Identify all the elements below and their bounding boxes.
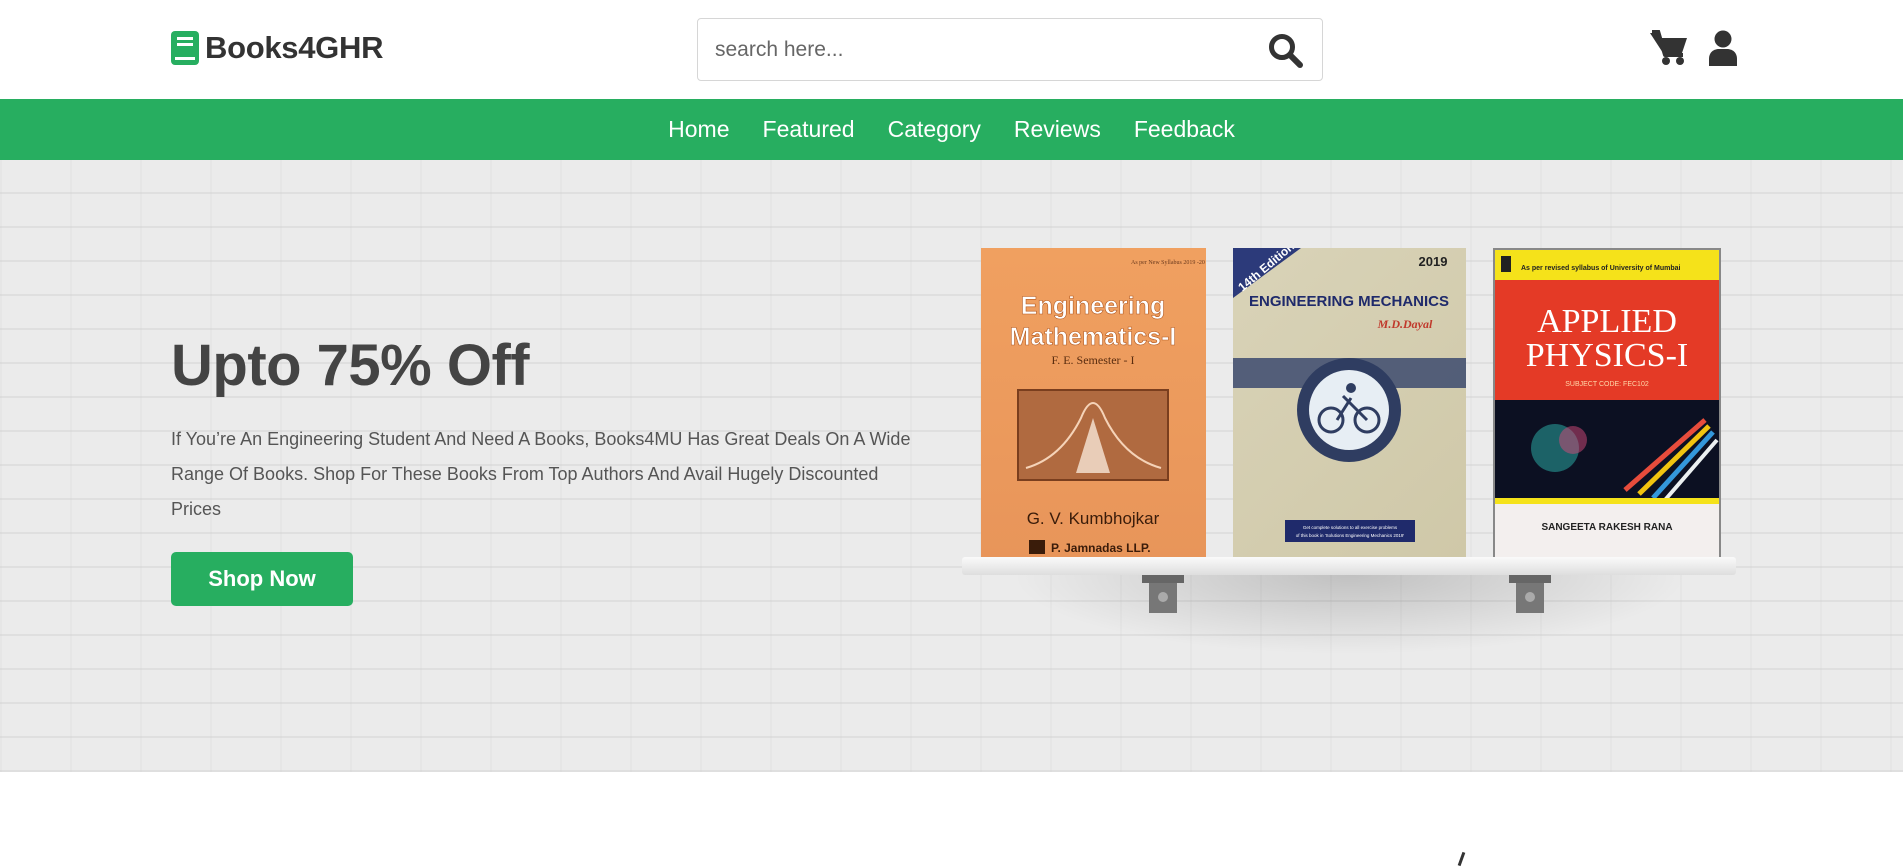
- shelf-bracket: [1509, 575, 1551, 613]
- svg-text:SANGEETA RAKESH RANA: SANGEETA RAKESH RANA: [1541, 522, 1672, 533]
- search-icon[interactable]: [1268, 33, 1304, 69]
- book-icon: [171, 31, 199, 65]
- hero-title: Upto 75% Off: [171, 333, 530, 398]
- nav-home[interactable]: Home: [668, 116, 729, 143]
- svg-text:P. Jamnadas LLP.: P. Jamnadas LLP.: [1051, 541, 1151, 555]
- search-box: [697, 18, 1323, 81]
- nav-reviews[interactable]: Reviews: [1014, 116, 1101, 143]
- search-input[interactable]: [698, 19, 1238, 80]
- user-icon[interactable]: [1709, 30, 1737, 66]
- hero-description: If You’re An Engineering Student And Nee…: [171, 429, 911, 519]
- svg-text:As per revised syllabus of Uni: As per revised syllabus of University of…: [1521, 265, 1681, 272]
- shop-now-button[interactable]: Shop Now: [171, 552, 353, 606]
- svg-text:2019: 2019: [1419, 254, 1448, 269]
- nav-feedback[interactable]: Feedback: [1134, 116, 1235, 143]
- book-cover-engineering-mechanics[interactable]: 14th Edition 2019 ENGINEERING MECHANICS …: [1233, 248, 1466, 560]
- book-cover-art: 14th Edition 2019 ENGINEERING MECHANICS …: [1233, 248, 1466, 542]
- book-shelf: [962, 557, 1736, 575]
- shelf-shadow: [1010, 575, 1690, 655]
- svg-text:Engineering: Engineering: [1021, 292, 1165, 320]
- decorative-mark: [1457, 851, 1466, 867]
- nav-featured[interactable]: Featured: [763, 116, 855, 143]
- hero-section: Upto 75% Off If You’re An Engineering St…: [0, 160, 1903, 772]
- svg-text:APPLIED: APPLIED: [1537, 303, 1677, 340]
- nav-category[interactable]: Category: [888, 116, 981, 143]
- svg-text:of this book in 'Solutions Eng: of this book in 'Solutions Engineering M…: [1296, 533, 1405, 538]
- svg-text:ENGINEERING MECHANICS: ENGINEERING MECHANICS: [1249, 293, 1449, 310]
- main-nav: Home Featured Category Reviews Feedback: [0, 99, 1903, 160]
- svg-text:G. V. Kumbhojkar: G. V. Kumbhojkar: [1027, 509, 1160, 528]
- logo-text: Books4GHR: [205, 30, 384, 65]
- svg-text:SUBJECT CODE: FEC102: SUBJECT CODE: FEC102: [1565, 381, 1649, 388]
- site-header: Books4GHR: [0, 0, 1903, 99]
- svg-text:Mathematics-I: Mathematics-I: [1010, 323, 1177, 351]
- svg-text:PHYSICS-I: PHYSICS-I: [1526, 337, 1688, 374]
- shelf-bracket: [1142, 575, 1184, 613]
- book-cover-engineering-mathematics[interactable]: As per New Syllabus 2019 -20 Engineering…: [981, 248, 1206, 560]
- svg-text:F. E. Semester - I: F. E. Semester - I: [1051, 353, 1134, 367]
- book-cover-applied-physics[interactable]: As per revised syllabus of University of…: [1493, 248, 1721, 560]
- svg-text:M.D.Dayal: M.D.Dayal: [1377, 317, 1433, 331]
- logo-link[interactable]: Books4GHR: [171, 30, 383, 66]
- svg-text:As per New Syllabus 2019 -20: As per New Syllabus 2019 -20: [1131, 260, 1205, 266]
- shopping-cart-icon[interactable]: [1650, 30, 1688, 66]
- svg-text:Get complete solutions to all: Get complete solutions to all exercise p…: [1303, 525, 1398, 530]
- book-cover-art: As per revised syllabus of University of…: [1495, 250, 1719, 533]
- book-cover-art: As per New Syllabus 2019 -20 Engineering…: [1009, 260, 1205, 555]
